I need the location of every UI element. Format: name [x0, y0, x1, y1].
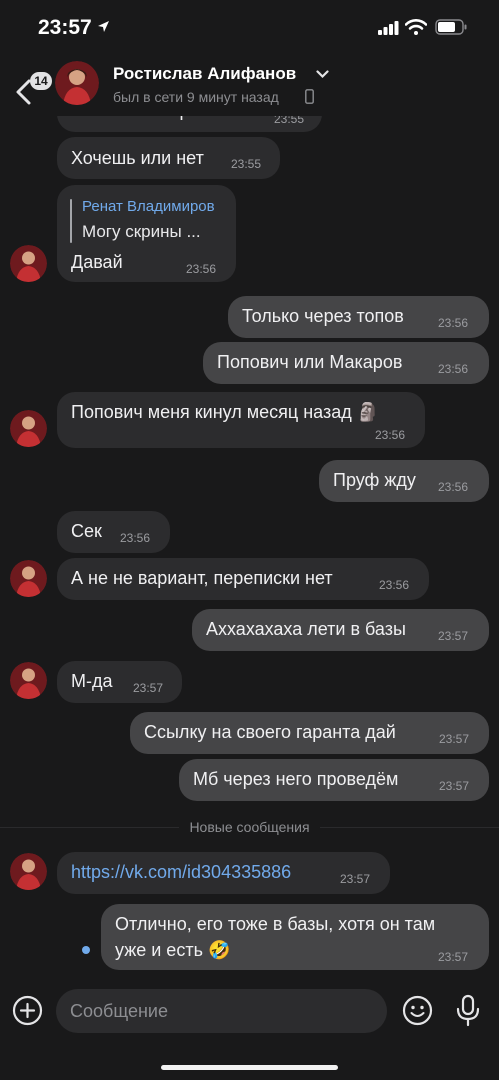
- contact-name[interactable]: Ростислав Алифанов: [113, 64, 296, 84]
- message-time: 23:57: [438, 629, 469, 643]
- message-bubble-incoming[interactable]: Сек 23:56: [57, 511, 170, 553]
- message-composer: [0, 976, 499, 1080]
- microphone-icon[interactable]: [455, 994, 481, 1028]
- message-text: Аххахахаха лети в базы: [206, 619, 406, 639]
- reply-snippet: Могу скрины ...: [82, 222, 201, 241]
- message-bubble-outgoing[interactable]: Только через топов 23:56: [228, 296, 489, 338]
- contact-avatar[interactable]: [55, 61, 99, 105]
- message-text: Мб через него проведём: [193, 769, 399, 789]
- back-button[interactable]: 14: [10, 64, 54, 108]
- message-text: Пруф жду: [333, 470, 416, 490]
- sender-avatar[interactable]: [10, 853, 47, 890]
- message-bubble-outgoing[interactable]: Ссылку на своего гаранта дай 23:57: [130, 712, 489, 754]
- location-arrow-icon: [98, 21, 109, 32]
- mobile-device-icon: [305, 89, 314, 104]
- message-text: Давай: [71, 252, 123, 272]
- message-input[interactable]: [56, 989, 387, 1033]
- message-time: 23:57: [438, 950, 469, 964]
- reply-author[interactable]: Ренат Владимиров: [82, 198, 215, 215]
- message-bubble-incoming[interactable]: Хочешь или нет 23:55: [57, 137, 280, 179]
- message-time: 23:56: [438, 480, 469, 494]
- message-time: 23:57: [133, 681, 164, 695]
- message-text-line-1: Отлично, его тоже в базы, хотя он там: [115, 914, 436, 934]
- message-bubble-incoming[interactable]: М-да 23:57: [57, 661, 182, 703]
- message-time: 23:57: [439, 732, 470, 746]
- message-link[interactable]: https://vk.com/id304335886: [71, 862, 291, 883]
- home-indicator: [161, 1065, 338, 1070]
- message-text: Только через топов: [242, 306, 404, 326]
- sender-avatar[interactable]: [10, 410, 47, 447]
- battery-icon: [435, 19, 467, 35]
- message-time: 23:56: [186, 262, 217, 276]
- status-time: 23:57: [38, 16, 92, 39]
- message-bubble-incoming[interactable]: Попович меня кинул месяц назад 🗿 23:56: [57, 392, 425, 448]
- cellular-signal-icon: [378, 21, 399, 35]
- message-bubble-incoming[interactable]: Ренат Владимиров Могу скрины ... Давай 2…: [57, 185, 236, 282]
- message-text: Попович или Макаров: [217, 352, 403, 372]
- contact-status: был в сети 9 минут назад: [113, 89, 279, 105]
- sender-avatar[interactable]: [10, 245, 47, 282]
- message-text: М-да: [71, 671, 113, 691]
- message-time: 23:56: [120, 531, 151, 545]
- message-bubble-outgoing[interactable]: Отлично, его тоже в базы, хотя он там уж…: [101, 904, 489, 970]
- message-text: Попович меня кинул месяц назад 🗿: [71, 402, 380, 422]
- message-bubble-incoming[interactable]: А не не вариант, переписки нет 23:56: [57, 558, 429, 600]
- new-messages-divider: Новые сообщения: [0, 819, 499, 835]
- message-time: 23:55: [231, 157, 262, 171]
- reply-quote-bar: [70, 199, 72, 243]
- message-time: 23:57: [340, 872, 371, 886]
- emoji-icon[interactable]: [402, 995, 433, 1026]
- wifi-icon: [405, 19, 427, 35]
- chevron-down-icon[interactable]: [316, 70, 329, 79]
- message-bubble-outgoing[interactable]: Мб через него проведём 23:57: [179, 759, 489, 801]
- message-time: 23:57: [439, 779, 470, 793]
- unread-count-badge: 14: [30, 72, 52, 90]
- message-text: А не не вариант, переписки нет: [71, 568, 333, 588]
- message-bubble-outgoing[interactable]: Аххахахаха лети в базы 23:57: [192, 609, 489, 651]
- message-text: Хочешь или нет: [71, 148, 204, 168]
- status-bar: 23:57: [0, 0, 499, 56]
- message-text: Сек: [71, 521, 102, 541]
- message-bubble-outgoing[interactable]: Пруф жду 23:56: [319, 460, 489, 502]
- message-text-line-2: уже и есть 🤣: [115, 940, 231, 960]
- message-time: 23:56: [438, 362, 469, 376]
- sender-avatar[interactable]: [10, 560, 47, 597]
- message-time: 23:56: [375, 428, 406, 442]
- new-messages-label: Новые сообщения: [179, 819, 320, 835]
- message-bubble-incoming[interactable]: https://vk.com/id304335886 23:57: [57, 852, 390, 894]
- message-list[interactable]: Так что тебе решать 23:55 Хочешь или нет…: [0, 90, 499, 976]
- unread-indicator-dot: [82, 946, 90, 954]
- add-attachment-icon[interactable]: [12, 995, 43, 1026]
- message-time: 23:56: [438, 316, 469, 330]
- chat-header: 14 Ростислав Алифанов был в сети 9 минут…: [0, 56, 499, 116]
- message-time: 23:56: [379, 578, 410, 592]
- message-text: Ссылку на своего гаранта дай: [144, 722, 396, 742]
- message-bubble-outgoing[interactable]: Попович или Макаров 23:56: [203, 342, 489, 384]
- sender-avatar[interactable]: [10, 662, 47, 699]
